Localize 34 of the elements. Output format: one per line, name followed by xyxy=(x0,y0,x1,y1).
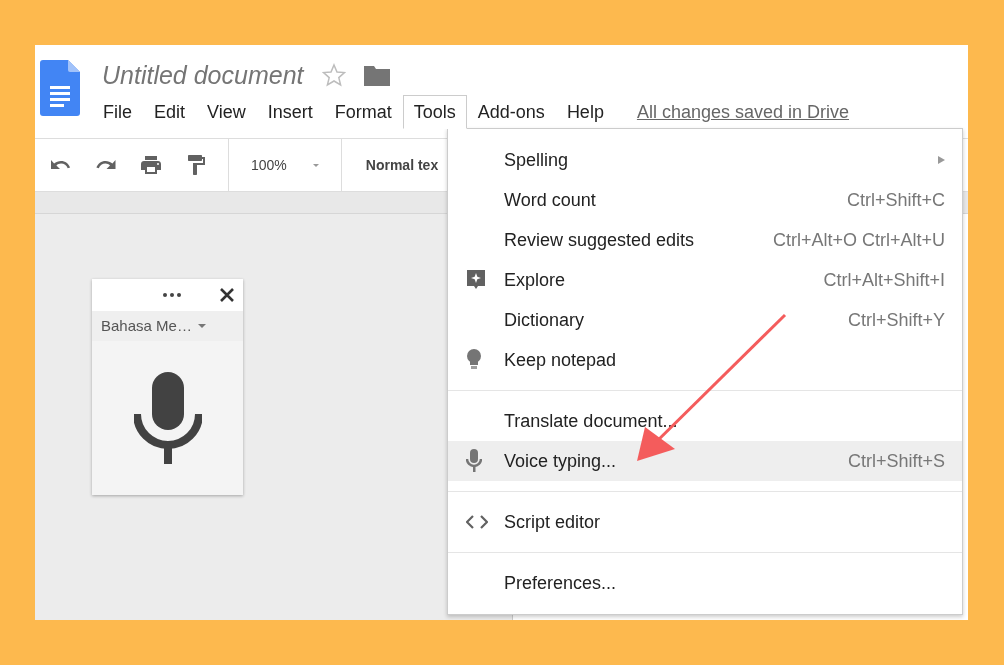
print-icon[interactable] xyxy=(139,153,163,177)
menu-option[interactable]: Translate document... xyxy=(448,401,962,441)
menu-item[interactable]: Help xyxy=(555,95,615,129)
submenu-arrow-icon xyxy=(938,156,945,164)
more-options-icon[interactable] xyxy=(163,293,181,297)
menu-option[interactable]: Explore Ctrl+Alt+Shift+I xyxy=(448,260,962,300)
code-icon xyxy=(466,515,488,529)
menu-option[interactable]: Review suggested edits Ctrl+Alt+O Ctrl+Alt+U xyxy=(448,220,962,260)
menu-item[interactable]: View xyxy=(196,95,257,129)
star-icon[interactable] xyxy=(321,63,346,87)
language-dropdown[interactable]: Bahasa Me… xyxy=(92,311,243,341)
menu-option[interactable]: Script editor xyxy=(448,502,962,542)
menu-item[interactable]: Tools xyxy=(402,95,467,129)
menu-option[interactable]: Dictionary Ctrl+Shift+Y xyxy=(448,300,962,340)
menu-item[interactable]: Add-ons xyxy=(466,95,556,129)
sparkle-icon xyxy=(466,269,486,291)
caret-icon xyxy=(197,324,206,328)
menu-option[interactable]: Preferences... xyxy=(448,563,962,603)
menu-item[interactable]: Edit xyxy=(143,95,197,129)
menu-item[interactable]: File xyxy=(92,95,143,129)
close-icon[interactable] xyxy=(219,287,235,303)
menu-option[interactable]: Keep notepad xyxy=(448,340,962,380)
lightbulb-icon xyxy=(466,349,482,371)
microphone-icon[interactable] xyxy=(133,372,202,464)
document-logo-icon[interactable] xyxy=(40,60,80,116)
caret-icon xyxy=(312,163,319,167)
document-title[interactable]: Untitled document xyxy=(102,62,304,88)
folder-icon[interactable] xyxy=(363,64,390,86)
microphone-icon xyxy=(466,449,482,473)
menu-item[interactable]: Insert xyxy=(256,95,324,129)
zoom-dropdown[interactable]: 100% xyxy=(229,139,341,191)
menu-option[interactable]: Voice typing... Ctrl+Shift+S xyxy=(448,441,962,481)
save-status-link[interactable]: All changes saved in Drive xyxy=(636,98,849,126)
menu-item[interactable]: Format xyxy=(323,95,403,129)
